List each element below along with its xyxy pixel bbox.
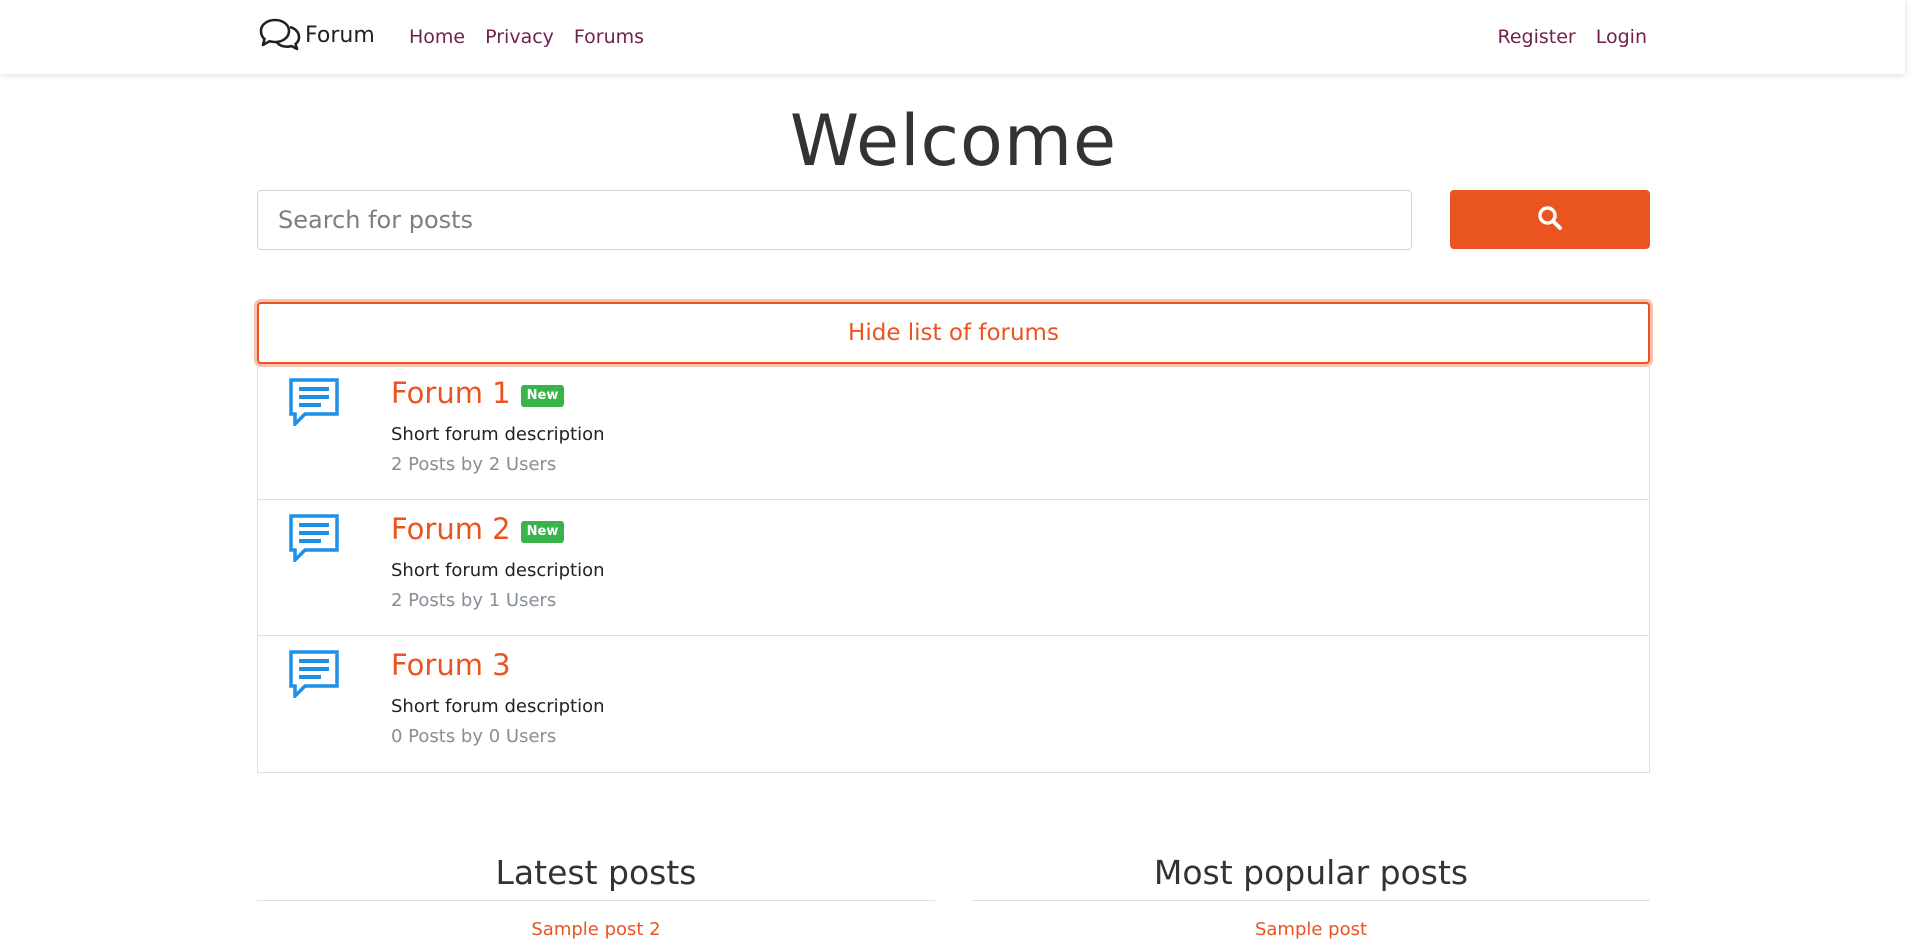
latest-posts-heading: Latest posts	[257, 853, 935, 901]
search-input[interactable]	[257, 190, 1412, 250]
forum-description: Short forum description	[391, 424, 605, 445]
forum-title-link[interactable]: Forum 2	[391, 512, 511, 546]
forum-title-link[interactable]: Forum 3	[391, 648, 511, 682]
forum-title-link[interactable]: Forum 1	[391, 376, 511, 410]
brand-text: Forum	[305, 22, 375, 48]
navbar-inner: Forum Home Privacy Forums Register Login	[257, 0, 1647, 74]
nav-privacy-link[interactable]: Privacy	[485, 26, 554, 48]
forum-list-item: Forum 1 New Short forum description 2 Po…	[258, 364, 1649, 500]
main-content: Welcome Hide list of forums	[257, 74, 1650, 943]
forum-list-item: Forum 2 New Short forum description 2 Po…	[258, 500, 1649, 636]
forum-chat-icon	[289, 514, 339, 565]
forum-chat-icon	[289, 378, 339, 429]
popular-post-link[interactable]: Sample post	[972, 919, 1650, 940]
forum-description: Short forum description	[391, 560, 605, 581]
forum-chat-icon	[289, 650, 339, 701]
latest-posts: Latest posts Sample post 2	[257, 853, 935, 940]
search-icon	[1537, 205, 1563, 234]
login-link[interactable]: Login	[1596, 26, 1647, 48]
forum-stats: 2 Posts by 1 Users	[391, 590, 557, 611]
forum-list-item: Forum 3 Short forum description 0 Posts …	[258, 636, 1649, 772]
forum-title-row: Forum 1 New	[391, 376, 565, 410]
page-title: Welcome	[789, 100, 1118, 182]
nav-forums-link[interactable]: Forums	[574, 26, 644, 48]
nav-home-link[interactable]: Home	[409, 26, 465, 48]
hide-forums-button[interactable]: Hide list of forums	[257, 302, 1650, 364]
navbar: Forum Home Privacy Forums Register Login	[0, 0, 1905, 74]
forum-description: Short forum description	[391, 696, 605, 717]
latest-post-link[interactable]: Sample post 2	[257, 919, 935, 940]
nav-links: Home Privacy Forums	[409, 0, 664, 74]
search-bar	[257, 190, 1650, 252]
posts-section: Latest posts Sample post 2 Most popular …	[257, 853, 1650, 943]
chat-bubbles-icon	[257, 17, 303, 53]
nav-auth-links: Register Login	[1478, 0, 1648, 74]
popular-posts: Most popular posts Sample post	[972, 853, 1650, 940]
forum-stats: 2 Posts by 2 Users	[391, 454, 557, 475]
register-link[interactable]: Register	[1498, 26, 1576, 48]
popular-posts-heading: Most popular posts	[972, 853, 1650, 901]
forum-stats: 0 Posts by 0 Users	[391, 726, 557, 747]
new-badge: New	[520, 520, 565, 543]
new-badge: New	[520, 384, 565, 407]
forum-list: Forum 1 New Short forum description 2 Po…	[257, 364, 1650, 773]
brand-link[interactable]: Forum	[257, 15, 375, 55]
forum-title-row: Forum 3	[391, 648, 511, 682]
forum-title-row: Forum 2 New	[391, 512, 565, 546]
search-button[interactable]	[1450, 190, 1650, 249]
